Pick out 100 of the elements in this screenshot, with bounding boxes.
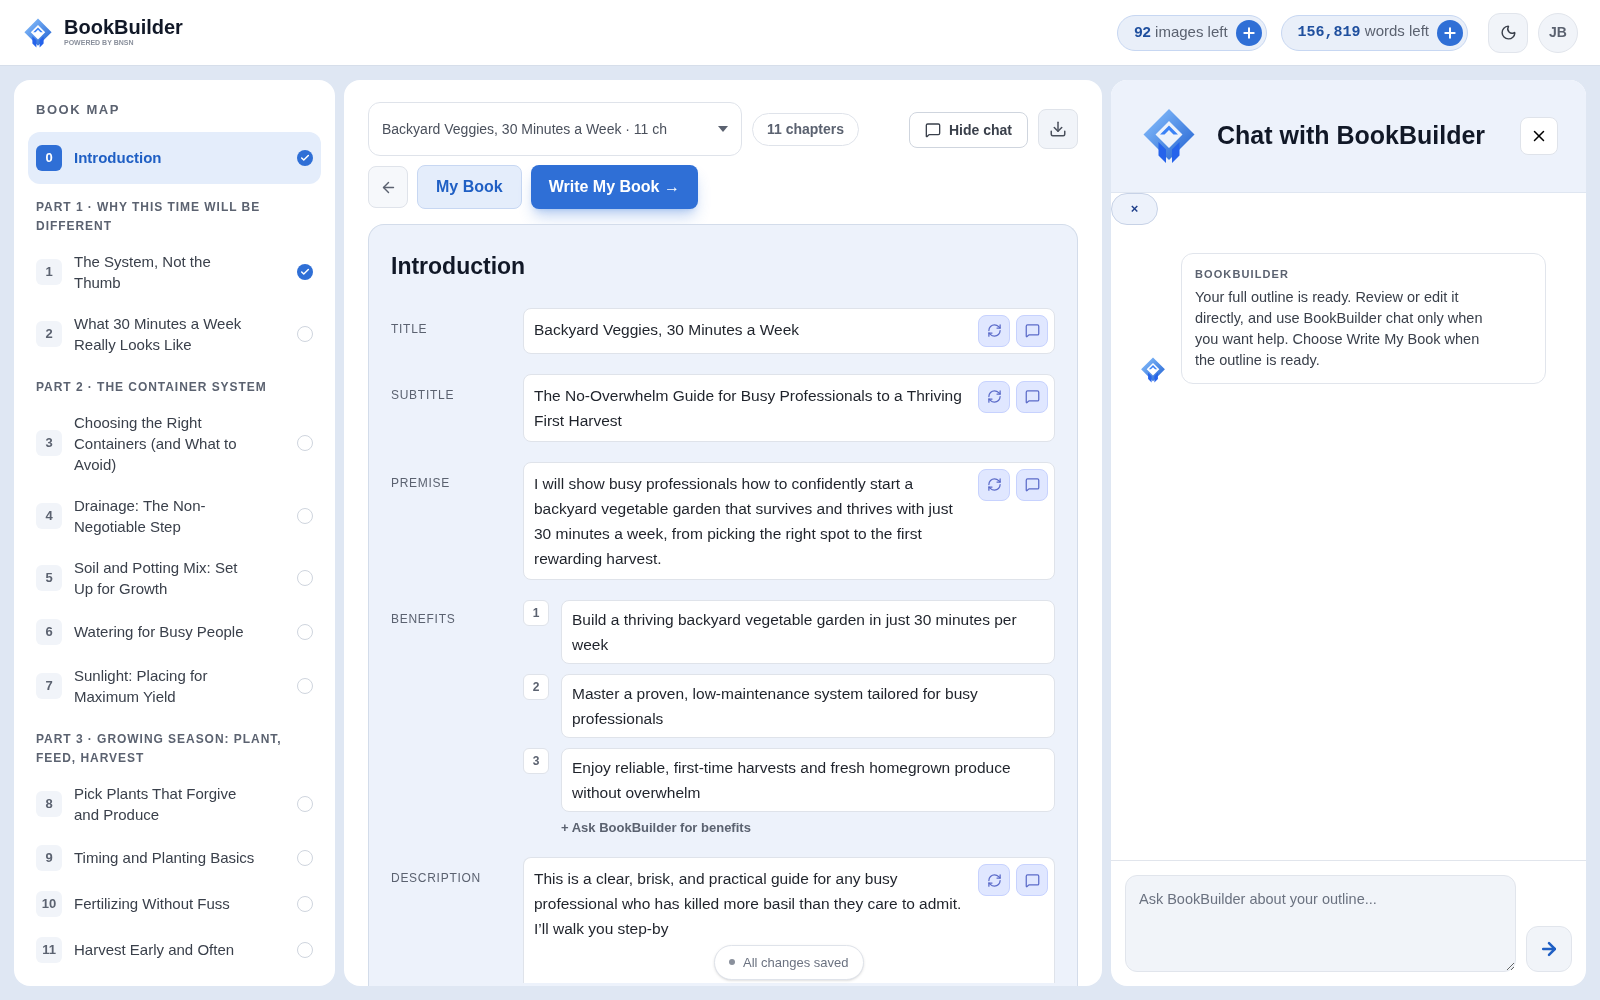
regenerate-button[interactable] [978,380,1010,413]
chapter-item[interactable]: 0 Introduction [28,131,321,184]
field-label: TITLE [391,320,429,338]
chapter-title: Watering for Busy People [74,622,245,642]
regenerate-button[interactable] [978,468,1010,501]
moon-icon [1499,24,1517,41]
chapter-title: Fertilizing Without Fuss [74,894,231,914]
refresh-icon [986,477,1002,492]
field-label: BENEFITS [391,610,457,628]
quota-text: 92 images left [1134,22,1228,43]
message-text: Your full outline is ready. Review or edit it directly, and use BookBuilder chat only when you want help. Choose Write My Book when the outline is ready. [1195,287,1484,370]
theme-toggle-button[interactable] [1488,12,1528,53]
chapter-title: Timing and Planting Basics [74,848,256,868]
comment-button[interactable] [1016,380,1048,413]
chapter-item[interactable]: 7 Sunlight: Placing for Maximum Yield [28,655,321,716]
benefit-field[interactable]: Enjoy reliable, first-time harvests and fresh homegrown produce without overwhelm [561,747,1055,812]
refresh-icon [986,389,1002,404]
close-button[interactable] [1520,117,1558,155]
benefit-number: 1 [523,599,549,626]
refresh-icon [986,872,1002,888]
add-button[interactable] [1235,19,1262,46]
panel-heading: BOOK MAP [35,101,121,119]
chapter-number: 10 [36,890,62,917]
message-sender: BOOKBUILDER [1195,267,1290,282]
my-book-button[interactable]: My Book [417,165,522,209]
comment-button[interactable] [1016,314,1048,347]
text-field[interactable]: The No-Overwhelm Guide for Busy Professionals to a Thriving First Harvest [523,373,1055,442]
chat-icon [1024,323,1040,338]
benefit-number: 2 [523,673,549,700]
write-book-button[interactable]: Write My Book → [530,165,698,209]
benefit-number: 3 [523,747,549,774]
field-label: DESCRIPTION [391,870,482,887]
chapter-title: Pick Plants That Forgive and Produce [74,783,238,825]
chat-icon [1024,389,1040,404]
text-field[interactable]: I will show busy professionals how to confidently start a backyard vegetable garden that survives and thrives with just 30 minutes a week, from picking the right spot to the first rewarding harvest. [523,461,1055,580]
quota-text: 156,819 words left [1297,21,1429,44]
field-label: PREMISE [391,474,452,492]
chapter-number: 4 [36,502,62,529]
chapter-item[interactable]: 10 Fertilizing Without Fuss [28,881,321,926]
chapter-item[interactable]: 6 Watering for Busy People [28,609,321,654]
brand-name: BookBuilder [64,16,183,39]
chapter-item[interactable]: 4 Drainage: The Non-Negotiable Step [28,485,321,546]
chat-icon [1024,872,1040,888]
caret-icon [718,126,728,132]
save-status-text: All changes saved [743,953,849,972]
text-field[interactable]: Backyard Veggies, 30 Minutes a Week [523,307,1055,354]
chapter-title: The System, Not the Thumb [74,251,212,293]
chapter-title: Sunlight: Placing for Maximum Yield [74,665,209,707]
plus-icon [1240,24,1257,41]
chat-title: Chat with BookBuilder [1217,120,1487,152]
comment-button[interactable] [1016,864,1048,896]
part-heading: PART 1 · WHY THIS TIME WILL BE DIFFERENT [35,198,262,235]
chapter-number: 3 [36,430,62,456]
chapter-number: 0 [36,144,62,171]
book-select[interactable]: Backyard Veggies, 30 Minutes a Week · 11 ch [368,102,742,156]
regenerate-button[interactable] [978,864,1010,896]
chapter-item[interactable]: 11 Harvest Early and Often [28,927,321,972]
plus-icon [1442,24,1458,41]
send-button[interactable] [1526,926,1572,972]
comment-button[interactable] [1016,468,1048,501]
download-icon [1049,120,1067,138]
hide-chat-button[interactable]: Hide chat [909,112,1028,148]
chapter-number: 11 [36,936,62,963]
chapter-number: 7 [36,672,62,699]
chapter-item[interactable]: 8 Pick Plants That Forgive and Produce [28,773,321,834]
section-title: Introduction [391,252,527,281]
chapter-title: Soil and Potting Mix: Set Up for Growth [74,557,239,599]
chat-icon [925,122,941,138]
benefit-field[interactable]: Master a proven, low-maintenance system tailored for busy professionals [561,673,1055,738]
logo-icon [22,16,54,49]
chapter-item[interactable]: 9 Timing and Planting Basics [28,835,321,880]
dismiss-chip[interactable]: × [1111,193,1158,225]
chapter-number: 2 [36,320,62,347]
ask-benefits-link[interactable]: + Ask BookBuilder for benefits [561,817,751,837]
chat-icon [1024,477,1040,492]
part-heading: PART 3 · GROWING SEASON: PLANT, FEED, HARVEST [35,730,283,767]
field-label: SUBTITLE [391,386,456,404]
chapter-title: Harvest Early and Often [74,940,236,960]
chapter-item[interactable]: 5 Soil and Potting Mix: Set Up for Growth [28,547,321,608]
chapter-title: Choosing the Right Containers (and What to Avoid) [74,412,238,475]
chapter-title: What 30 Minutes a Week Really Looks Like [74,313,243,355]
chapter-title: Introduction [74,148,163,168]
avatar-button[interactable]: JB [1538,12,1578,53]
chapter-item[interactable]: 2 What 30 Minutes a Week Really Looks Like [28,303,321,364]
add-button[interactable] [1437,19,1463,46]
refresh-icon [986,323,1002,338]
chapter-item[interactable]: 1 The System, Not the Thumb [28,241,321,302]
chat-input[interactable]: Ask BookBuilder about your outline... [1125,875,1516,972]
download-button[interactable] [1038,109,1078,149]
chapter-number: 8 [36,790,62,817]
bot-avatar-icon [1139,355,1167,384]
regenerate-button[interactable] [978,314,1010,347]
chapter-item[interactable]: 3 Choosing the Right Containers (and What to Avoid) [28,402,321,484]
back-button[interactable] [368,166,408,208]
chapter-number: 9 [36,844,62,871]
part-heading: PART 2 · THE CONTAINER SYSTEM [35,378,268,396]
chapter-number: 5 [36,564,62,591]
chapter-number: 1 [36,258,62,285]
benefit-field[interactable]: Build a thriving backyard vegetable garden in just 30 minutes per week [561,599,1055,664]
chapter-title: Drainage: The Non-Negotiable Step [74,495,207,537]
